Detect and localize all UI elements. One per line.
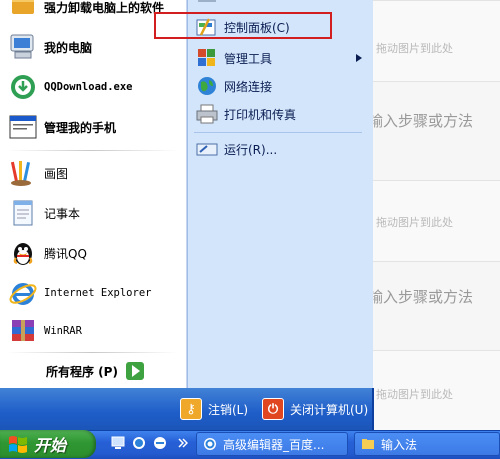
menu-item-admin-tools[interactable]: 管理工具: [187, 44, 372, 72]
start-label: 开始: [34, 436, 67, 455]
menu-item-label: 管理我的手机: [44, 120, 117, 135]
menu-item-qqdownload[interactable]: QQDownload.exe: [0, 68, 186, 106]
notepad-icon: [13, 200, 33, 226]
green-arrow-right-icon: [125, 362, 144, 380]
quick-launch-ie-icon[interactable]: [131, 435, 147, 451]
control-panel-highlight-box: [154, 12, 332, 39]
menu-item-label: Internet Explorer: [44, 287, 152, 299]
my-computer-icon: [10, 34, 34, 59]
submenu-arrow-icon: [356, 54, 362, 62]
menu-item-qq[interactable]: 腾讯QQ: [0, 236, 186, 270]
uninstall-box-icon: [12, 0, 34, 14]
menu-item-label: 网络连接: [224, 79, 273, 94]
quick-launch-desktop-icon[interactable]: [110, 435, 126, 451]
internet-explorer-icon: [9, 283, 37, 305]
menu-separator: [194, 132, 362, 133]
logoff-button[interactable]: ⚷ 注销(L): [180, 396, 248, 422]
menu-item-label: 打印机和传真: [224, 107, 297, 122]
power-icon: ⏻: [262, 398, 284, 420]
drop-hint-3: 拖动图片到此处: [376, 388, 453, 401]
printer-icon: [196, 104, 218, 124]
chevron-double-right-icon[interactable]: [178, 438, 188, 448]
all-programs-label: 所有程序 (P): [46, 364, 118, 379]
menu-item-winrar[interactable]: WinRAR: [0, 314, 186, 348]
phone-manager-icon: [9, 115, 37, 139]
menu-item-label: 运行(R)...: [224, 142, 278, 157]
menu-separator: [6, 352, 178, 353]
drop-hint-1: 拖动图片到此处: [376, 42, 453, 55]
menu-item-run[interactable]: 运行(R)...: [187, 136, 372, 162]
menu-separator: [6, 150, 178, 151]
winrar-icon: [12, 320, 34, 341]
shutdown-button[interactable]: ⏻ 关闭计算机(U): [262, 396, 368, 422]
folder-icon: [198, 0, 216, 2]
menu-item-label: 我的电脑: [44, 40, 93, 55]
menu-item-label: 画图: [44, 166, 69, 181]
menu-item-label: 管理工具: [224, 51, 273, 66]
start-menu: 强力卸载电脑上的软件 我的电脑 QQDownload.exe 管理我的手机 画图…: [0, 0, 374, 430]
task-label: 高级编辑器_百度...: [223, 437, 325, 452]
qq-penguin-icon: [13, 243, 33, 265]
task-label: 输入法: [381, 437, 418, 452]
menu-item-label: 强力卸载电脑上的软件: [44, 0, 165, 15]
menu-item-label: 记事本: [44, 206, 81, 221]
taskbar-task-folder[interactable]: 输入法: [354, 432, 500, 456]
menu-item-paint[interactable]: 画图: [0, 156, 186, 190]
network-globe-icon: [198, 77, 216, 95]
admin-tools-icon: [198, 49, 215, 66]
start-button[interactable]: 开始: [0, 430, 96, 458]
windows-logo-icon: [9, 436, 27, 453]
drop-hint-2: 拖动图片到此处: [376, 216, 453, 229]
folder-task-icon: [362, 439, 374, 449]
qq-download-icon: [11, 75, 35, 99]
taskbar-task-editor[interactable]: 高级编辑器_百度...: [196, 432, 348, 456]
menu-item-label: WinRAR: [44, 325, 82, 337]
menu-item-network[interactable]: 网络连接: [187, 72, 372, 100]
step-hint-2[interactable]: 输入步骤或方法: [368, 286, 473, 307]
menu-item-label: QQDownload.exe: [44, 81, 133, 93]
right-menu-item-partial[interactable]: [187, 0, 372, 6]
key-icon: ⚷: [180, 398, 202, 420]
ie-task-icon: [204, 438, 216, 450]
paint-icon: [10, 161, 31, 186]
menu-item-phone-manager[interactable]: 管理我的手机: [0, 108, 186, 146]
run-icon: [196, 143, 218, 156]
menu-item-printers[interactable]: 打印机和传真: [187, 100, 372, 128]
all-programs-button[interactable]: 所有程序 (P): [0, 358, 186, 384]
quick-launch-browser-icon[interactable]: [152, 435, 168, 451]
shutdown-label: 关闭计算机(U): [290, 402, 369, 417]
menu-item-notepad[interactable]: 记事本: [0, 196, 186, 230]
step-hint-1[interactable]: 输入步骤或方法: [368, 110, 473, 131]
menu-item-label: 腾讯QQ: [44, 246, 87, 261]
logoff-label: 注销(L): [208, 402, 249, 417]
menu-item-ie[interactable]: Internet Explorer: [0, 276, 186, 310]
